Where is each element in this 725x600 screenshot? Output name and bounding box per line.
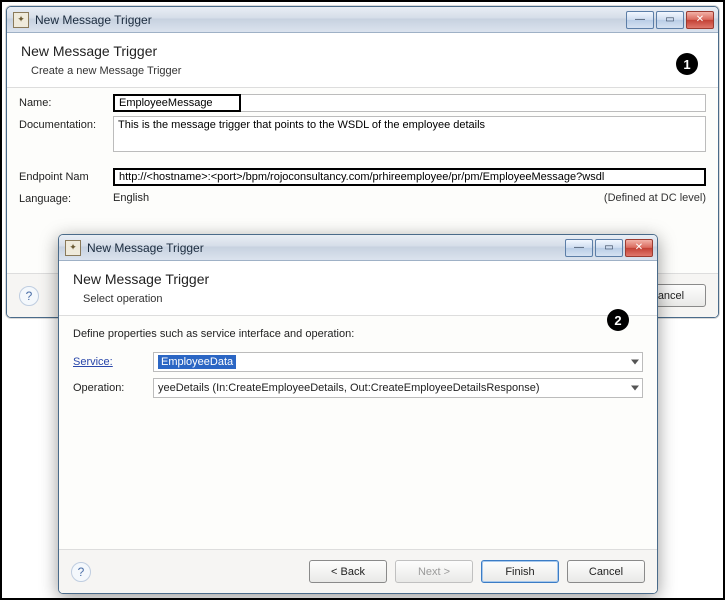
window-title: New Message Trigger [87,241,565,255]
label-endpoint: Endpoint Nam [19,168,113,183]
window-title: New Message Trigger [35,13,626,27]
row-endpoint: Endpoint Nam [19,168,706,186]
annotation-badge-2: 2 [607,309,629,331]
client-area: New Message Trigger Select operation 2 D… [59,261,657,593]
maximize-button[interactable]: ▭ [656,11,684,29]
endpoint-input[interactable] [113,168,706,186]
label-name: Name: [19,94,113,109]
minimize-button[interactable]: — [626,11,654,29]
name-input-ext[interactable] [241,94,706,112]
operation-value: yeeDetails (In:CreateEmployeeDetails, Ou… [158,382,540,394]
wizard-header: New Message Trigger Create a new Message… [7,33,718,88]
page-title: New Message Trigger [73,271,643,287]
label-documentation: Documentation: [19,116,113,131]
defined-at-text: (Defined at DC level) [604,192,706,204]
dialog-new-message-trigger-step2: ✦ New Message Trigger — ▭ ✕ New Message … [58,234,658,594]
language-value: English [113,192,149,204]
form-area: Define properties such as service interf… [59,316,657,549]
service-dropdown[interactable]: EmployeeData [153,352,643,372]
titlebar[interactable]: ✦ New Message Trigger — ▭ ✕ [7,7,718,33]
app-icon: ✦ [13,12,29,28]
window-controls: — ▭ ✕ [565,239,653,257]
window-controls: — ▭ ✕ [626,11,714,29]
help-icon[interactable]: ? [19,286,39,306]
close-button[interactable]: ✕ [686,11,714,29]
back-button[interactable]: < Back [309,560,387,583]
chevron-down-icon [631,386,639,391]
documentation-input[interactable]: This is the message trigger that points … [113,116,706,152]
titlebar[interactable]: ✦ New Message Trigger — ▭ ✕ [59,235,657,261]
label-operation: Operation: [73,382,153,394]
page-title: New Message Trigger [21,43,704,59]
label-language: Language: [19,190,113,205]
maximize-button[interactable]: ▭ [595,239,623,257]
cancel-button[interactable]: Cancel [567,560,645,583]
minimize-button[interactable]: — [565,239,593,257]
finish-button[interactable]: Finish [481,560,559,583]
annotation-badge-1: 1 [676,53,698,75]
wizard-header: New Message Trigger Select operation 2 [59,261,657,316]
label-service-link[interactable]: Service: [73,356,153,368]
name-input[interactable] [113,94,241,112]
service-value: EmployeeData [158,355,236,369]
help-icon[interactable]: ? [71,562,91,582]
screenshot-frame: ✦ New Message Trigger — ▭ ✕ New Message … [0,0,725,600]
row-name: Name: [19,94,706,112]
row-operation: Operation: yeeDetails (In:CreateEmployee… [73,378,643,398]
app-icon: ✦ [65,240,81,256]
row-service: Service: EmployeeData [73,352,643,372]
page-subtitle: Select operation [83,293,643,305]
operation-dropdown[interactable]: yeeDetails (In:CreateEmployeeDetails, Ou… [153,378,643,398]
chevron-down-icon [631,360,639,365]
page-subtitle: Create a new Message Trigger [31,65,704,77]
button-bar: ? < Back Next > Finish Cancel [59,549,657,593]
next-button: Next > [395,560,473,583]
row-documentation: Documentation: This is the message trigg… [19,116,706,152]
close-button[interactable]: ✕ [625,239,653,257]
row-language: Language: English (Defined at DC level) [19,190,706,206]
description-text: Define properties such as service interf… [73,328,643,340]
